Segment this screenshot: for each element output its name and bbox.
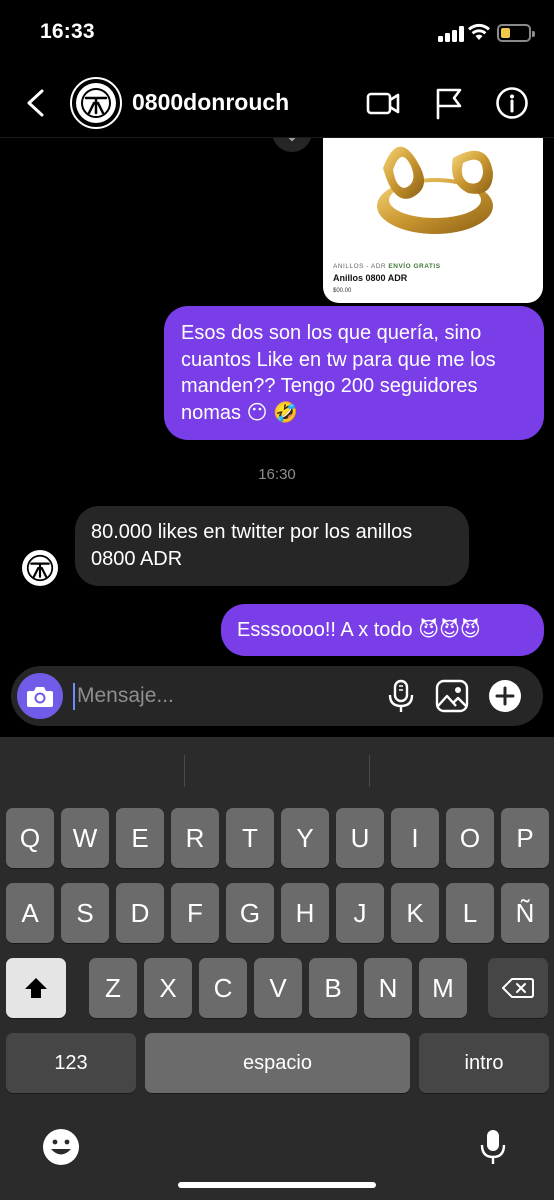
product-price: $00.00	[333, 288, 352, 294]
chat-header: 0800donrouch	[0, 66, 554, 138]
product-category: ANILLOS - ADR ENVÍO GRATIS	[333, 263, 441, 270]
keyboard: Q W E R T Y U I O P A S D F G H J K L Ñ …	[0, 737, 554, 1200]
key-b[interactable]: B	[309, 958, 357, 1018]
video-call-icon[interactable]	[366, 86, 400, 120]
home-indicator	[178, 1182, 376, 1188]
sender-avatar[interactable]	[22, 550, 58, 586]
key-j[interactable]: J	[336, 883, 384, 943]
key-i[interactable]: I	[391, 808, 439, 868]
adr-logo-icon	[76, 83, 116, 123]
backspace-icon	[502, 978, 534, 998]
wifi-icon	[468, 23, 490, 40]
key-q[interactable]: Q	[6, 808, 54, 868]
status-bar: 16:33	[0, 0, 554, 66]
flag-icon[interactable]	[432, 86, 466, 120]
shared-product-card[interactable]: ANILLOS - ADR ENVÍO GRATIS Anillos 0800 …	[323, 138, 543, 303]
key-u[interactable]: U	[336, 808, 384, 868]
numbers-key[interactable]: 123	[6, 1033, 136, 1093]
key-r[interactable]: R	[171, 808, 219, 868]
message-thread[interactable]: ANILLOS - ADR ENVÍO GRATIS Anillos 0800 …	[0, 138, 554, 666]
delete-key[interactable]	[488, 958, 548, 1018]
message-timestamp: 16:30	[258, 466, 296, 483]
key-o[interactable]: O	[446, 808, 494, 868]
key-a[interactable]: A	[6, 883, 54, 943]
emoji-icon[interactable]	[41, 1127, 81, 1167]
key-v[interactable]: V	[254, 958, 302, 1018]
gallery-icon[interactable]	[434, 678, 470, 714]
message-input[interactable]	[77, 680, 377, 712]
chat-username[interactable]: 0800donrouch	[132, 89, 289, 116]
avatar[interactable]	[70, 77, 122, 129]
suggestion-divider	[184, 755, 185, 787]
key-s[interactable]: S	[61, 883, 109, 943]
dictation-icon[interactable]	[473, 1127, 513, 1167]
key-t[interactable]: T	[226, 808, 274, 868]
chevron-left-icon[interactable]	[22, 88, 48, 118]
gold-ring-image	[377, 146, 493, 234]
key-m[interactable]: M	[419, 958, 467, 1018]
microphone-icon[interactable]	[383, 678, 419, 714]
key-g[interactable]: G	[226, 883, 274, 943]
incoming-message[interactable]: 80.000 likes en twitter por los anillos …	[75, 506, 469, 586]
status-time: 16:33	[40, 20, 95, 43]
scroll-indicator	[272, 138, 312, 152]
product-name: Anillos 0800 ADR	[333, 273, 408, 283]
key-z[interactable]: Z	[89, 958, 137, 1018]
key-e[interactable]: E	[116, 808, 164, 868]
key-n[interactable]: N	[364, 958, 412, 1018]
key-w[interactable]: W	[61, 808, 109, 868]
key-enye[interactable]: Ñ	[501, 883, 549, 943]
key-y[interactable]: Y	[281, 808, 329, 868]
space-key[interactable]: espacio	[145, 1033, 410, 1093]
camera-button[interactable]	[17, 673, 63, 719]
key-d[interactable]: D	[116, 883, 164, 943]
text-cursor	[73, 683, 75, 710]
outgoing-message[interactable]: Esos dos son los que quería, sino cuanto…	[164, 306, 544, 440]
key-c[interactable]: C	[199, 958, 247, 1018]
signal-icon	[438, 26, 464, 42]
key-l[interactable]: L	[446, 883, 494, 943]
battery-icon	[497, 24, 535, 42]
message-composer	[11, 666, 543, 726]
key-x[interactable]: X	[144, 958, 192, 1018]
key-f[interactable]: F	[171, 883, 219, 943]
info-icon[interactable]	[495, 86, 529, 120]
shift-key[interactable]	[6, 958, 66, 1018]
camera-icon	[27, 687, 53, 707]
outgoing-message[interactable]: Esssoooo!! A x todo 😈😈😈	[221, 604, 544, 656]
return-key[interactable]: intro	[419, 1033, 549, 1093]
key-p[interactable]: P	[501, 808, 549, 868]
shift-icon	[25, 978, 47, 998]
plus-icon[interactable]	[487, 678, 523, 714]
key-k[interactable]: K	[391, 883, 439, 943]
key-h[interactable]: H	[281, 883, 329, 943]
suggestion-divider	[369, 755, 370, 787]
